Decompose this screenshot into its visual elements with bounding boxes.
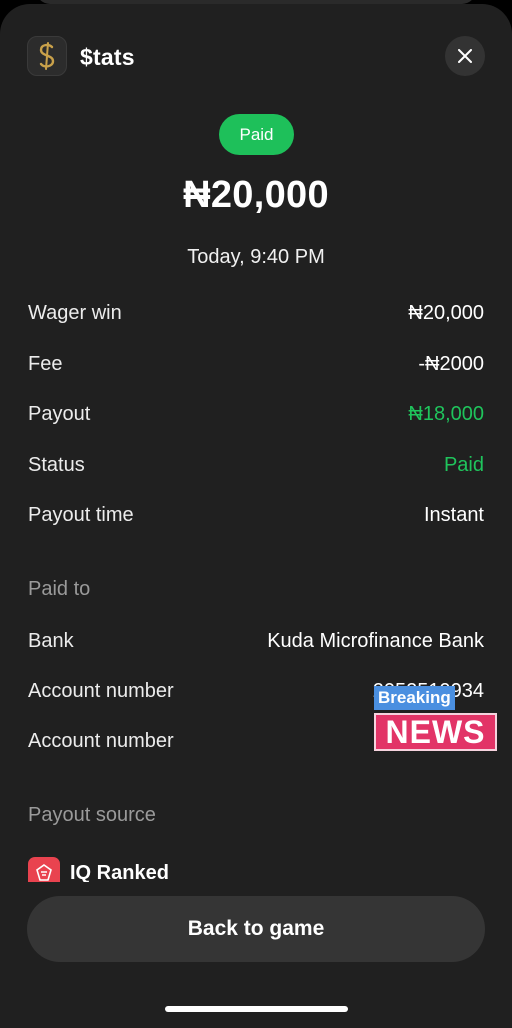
detail-row-status: Status Paid xyxy=(28,450,484,480)
section-title-payout-source: Payout source xyxy=(28,804,156,826)
detail-value: ₦18,000 xyxy=(408,402,484,425)
detail-label: Payout xyxy=(28,402,91,425)
detail-row-bank: Bank Kuda Microfinance Bank xyxy=(28,626,484,656)
detail-row-fee: Fee -₦2000 xyxy=(28,349,484,379)
back-to-game-button[interactable]: Back to game xyxy=(27,896,485,962)
detail-value: Instant xyxy=(423,503,484,526)
detail-value: -₦2000 xyxy=(418,352,484,375)
close-icon xyxy=(458,49,472,63)
detail-value: Paid xyxy=(443,453,484,476)
breaking-news-sticker: Breaking xyxy=(374,686,455,710)
detail-label: Account number xyxy=(28,729,174,752)
sheet-header: $tats xyxy=(27,36,485,80)
detail-label: Wager win xyxy=(28,301,122,324)
detail-row-payout: Payout ₦18,000 xyxy=(28,399,484,429)
detail-value: ₦20,000 xyxy=(408,301,484,324)
detail-label: Fee xyxy=(28,352,63,375)
detail-row-wager-win: Wager win ₦20,000 xyxy=(28,298,484,328)
detail-label: Account number xyxy=(28,679,174,702)
status-badge: Paid xyxy=(219,114,294,155)
payout-amount: ₦20,000 xyxy=(183,174,329,216)
dollar-logo-icon xyxy=(27,36,67,76)
news-sticker: NEWS xyxy=(374,713,497,751)
detail-label: Status xyxy=(28,453,85,476)
detail-value: Kuda Microfinance Bank xyxy=(267,629,484,652)
detail-row-payout-time: Payout time Instant xyxy=(28,500,484,530)
transaction-datetime: Today, 9:40 PM xyxy=(187,246,325,268)
section-title-paid-to: Paid to xyxy=(28,578,91,600)
close-button[interactable] xyxy=(445,36,485,76)
detail-label: Bank xyxy=(28,629,74,652)
app-name: $tats xyxy=(80,44,135,70)
detail-label: Payout time xyxy=(28,503,134,526)
home-indicator[interactable] xyxy=(165,1006,348,1012)
payout-detail-sheet: $tats Paid ₦20,000 Today, 9:40 PM Wager … xyxy=(0,4,512,1028)
